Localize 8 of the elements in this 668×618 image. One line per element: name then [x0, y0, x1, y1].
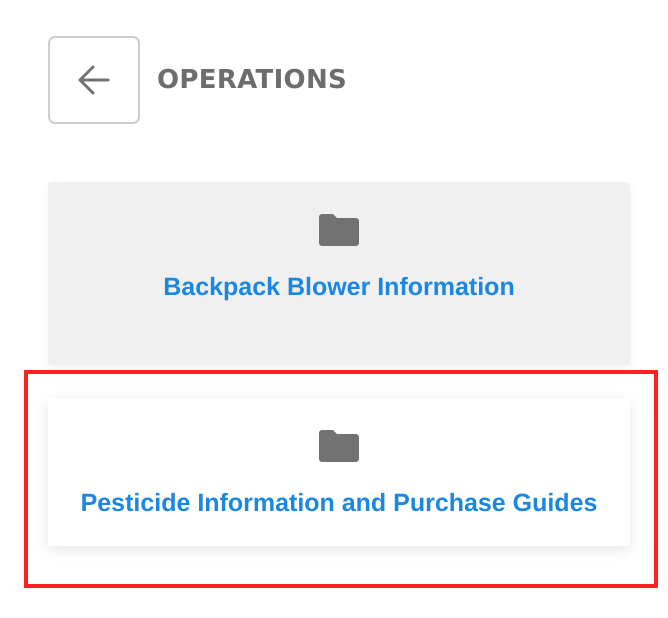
page-title: OPERATIONS — [157, 65, 348, 95]
folder-link[interactable]: Pesticide Information and Purchase Guides — [80, 489, 598, 518]
folder-icon — [319, 214, 359, 246]
folder-card[interactable]: Backpack Blower Information — [48, 182, 630, 365]
folder-icon — [319, 430, 359, 462]
folder-card[interactable]: Pesticide Information and Purchase Guides — [48, 398, 630, 546]
back-button[interactable] — [48, 36, 140, 124]
folder-link[interactable]: Backpack Blower Information — [163, 273, 515, 302]
